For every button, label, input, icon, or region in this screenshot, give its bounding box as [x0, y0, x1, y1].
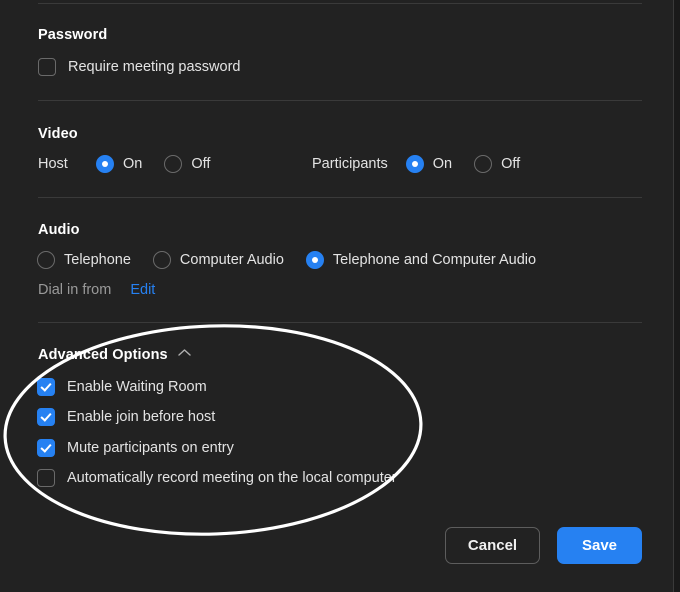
divider-top	[38, 3, 642, 4]
auto-record-meeting-label: Automatically record meeting on the loca…	[67, 470, 397, 486]
video-host-off-label: Off	[191, 156, 211, 172]
dial-in-row: Dial in from Edit	[38, 282, 155, 298]
section-title-password: Password	[38, 27, 108, 43]
audio-options-row: Telephone Computer Audio Telephone and C…	[37, 251, 536, 269]
video-participants-label: Participants	[312, 156, 388, 172]
advanced-options-header[interactable]: Advanced Options	[38, 347, 191, 363]
window-right-edge	[673, 0, 680, 592]
auto-record-meeting-row[interactable]: Automatically record meeting on the loca…	[37, 469, 397, 487]
video-participants-off-radio[interactable]	[474, 155, 493, 173]
dialog-content: Password Require meeting password Video …	[0, 0, 673, 592]
audio-computer-label: Computer Audio	[179, 252, 284, 268]
auto-record-meeting-checkbox[interactable]	[37, 469, 55, 487]
section-title-advanced-options: Advanced Options	[38, 347, 168, 363]
cancel-button[interactable]: Cancel	[445, 527, 540, 564]
video-host-off-option[interactable]: Off	[164, 155, 210, 173]
mute-participants-on-entry-row[interactable]: Mute participants on entry	[37, 439, 234, 457]
video-host-on-option[interactable]: On	[96, 155, 142, 173]
enable-join-before-host-checkbox[interactable]	[37, 408, 55, 426]
video-host-row: Host On Off	[38, 155, 210, 173]
section-title-audio: Audio	[38, 222, 80, 238]
enable-join-before-host-label: Enable join before host	[67, 409, 216, 425]
enable-waiting-room-row[interactable]: Enable Waiting Room	[37, 378, 207, 396]
require-meeting-password-label: Require meeting password	[68, 59, 241, 75]
audio-telephone-radio[interactable]	[37, 251, 55, 269]
audio-computer-option[interactable]: Computer Audio	[152, 251, 284, 269]
audio-both-option[interactable]: Telephone and Computer Audio	[305, 251, 537, 269]
video-participants-on-option[interactable]: On	[405, 155, 453, 173]
save-button[interactable]: Save	[557, 527, 642, 564]
video-participants-off-option[interactable]: Off	[474, 155, 520, 173]
mute-participants-on-entry-label: Mute participants on entry	[67, 440, 234, 456]
video-host-off-radio[interactable]	[164, 155, 183, 173]
dial-in-edit-link[interactable]: Edit	[130, 282, 155, 298]
chevron-up-icon[interactable]	[178, 348, 191, 360]
dial-in-from-label: Dial in from	[38, 282, 112, 298]
divider-video-audio	[38, 197, 642, 198]
video-participants-on-label: On	[432, 156, 453, 172]
video-host-on-radio[interactable]	[96, 155, 114, 173]
meeting-settings-dialog: Password Require meeting password Video …	[0, 0, 680, 592]
divider-password-video	[38, 100, 642, 101]
video-participants-off-label: Off	[501, 156, 521, 172]
video-host-label: Host	[38, 156, 68, 172]
mute-participants-on-entry-checkbox[interactable]	[37, 439, 55, 457]
video-participants-on-radio[interactable]	[405, 155, 424, 173]
section-title-video: Video	[38, 126, 78, 142]
audio-telephone-label: Telephone	[64, 252, 131, 268]
video-participants-row: Participants On Off	[312, 155, 520, 173]
audio-both-label: Telephone and Computer Audio	[332, 252, 537, 268]
enable-join-before-host-row[interactable]: Enable join before host	[37, 408, 215, 426]
audio-both-radio[interactable]	[305, 251, 324, 269]
require-meeting-password-checkbox[interactable]	[38, 58, 56, 76]
audio-telephone-option[interactable]: Telephone	[37, 251, 131, 269]
divider-audio-advanced	[38, 322, 642, 323]
video-host-on-label: On	[123, 156, 143, 172]
enable-waiting-room-label: Enable Waiting Room	[67, 379, 207, 395]
enable-waiting-room-checkbox[interactable]	[37, 378, 55, 396]
require-meeting-password-row[interactable]: Require meeting password	[38, 58, 240, 76]
audio-computer-radio[interactable]	[152, 251, 171, 269]
